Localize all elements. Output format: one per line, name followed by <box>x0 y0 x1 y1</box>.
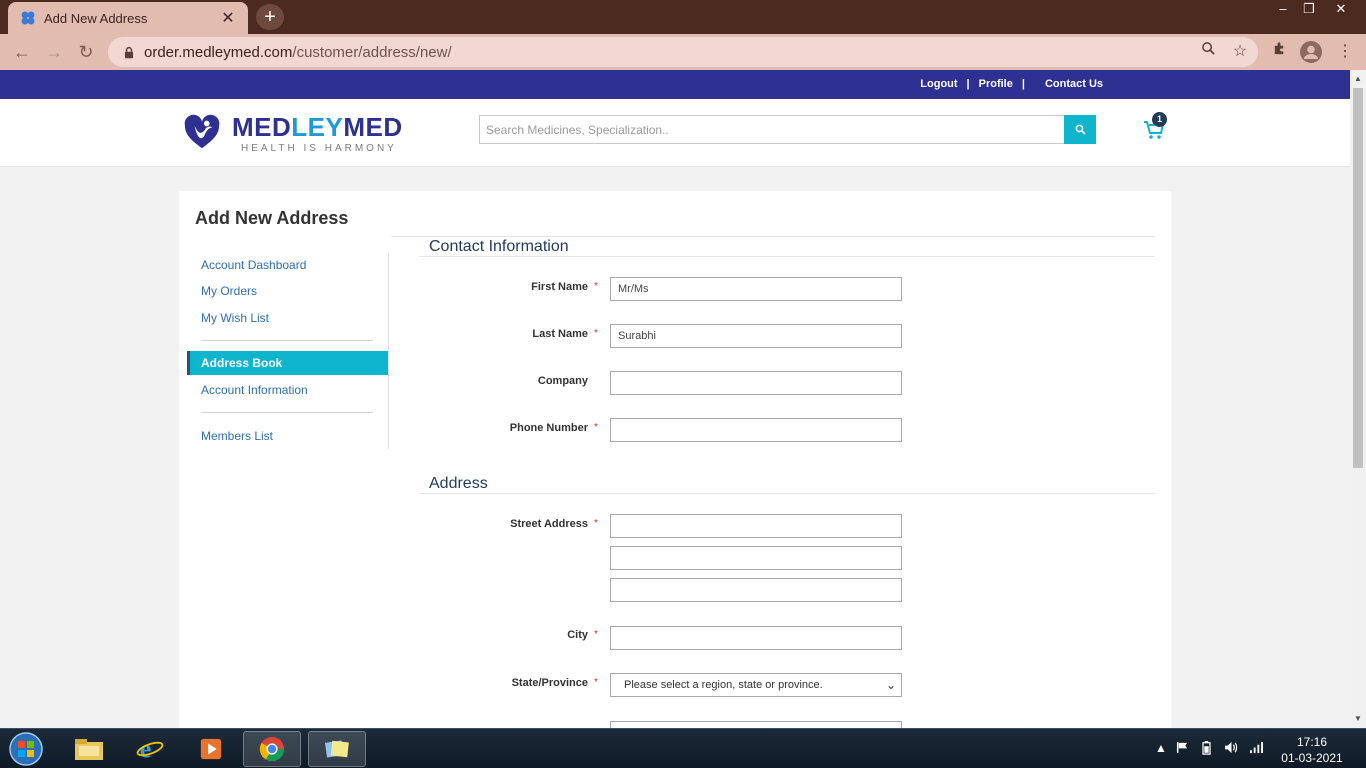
scroll-up-icon[interactable]: ▲ <box>1353 74 1363 84</box>
new-tab-button[interactable]: + <box>256 4 284 30</box>
medleymed-logo[interactable]: MEDLEYMED HEALTH IS HARMONY <box>182 112 412 156</box>
back-arrow-icon[interactable]: ← <box>10 41 34 63</box>
logout-link[interactable]: Logout <box>920 78 957 90</box>
street-address-line-3[interactable] <box>610 578 902 602</box>
top-link-separator: | <box>1021 78 1025 90</box>
phone-number-label: Phone Number <box>509 422 588 434</box>
browser-tab[interactable]: Add New Address ✕ <box>8 2 248 34</box>
state-province-label: State/Province <box>511 677 588 689</box>
browser-toolbar: ← → ↻ order.medleymed.com/customer/addre… <box>0 34 1366 70</box>
required-marker: * <box>594 328 598 339</box>
media-player-icon[interactable] <box>182 731 240 767</box>
url-host: order.medleymed.com <box>144 43 293 61</box>
heart-logo-icon <box>184 114 220 149</box>
address-heading: Address <box>429 475 488 492</box>
cart-count-badge: 1 <box>1152 112 1167 127</box>
divider <box>201 340 373 341</box>
reload-icon[interactable]: ↻ <box>74 41 98 63</box>
sticky-notes-icon[interactable] <box>308 731 366 767</box>
system-clock[interactable]: 17:16 01-03-2021 <box>1276 734 1348 766</box>
browser-menu-icon[interactable]: ⋮ <box>1334 41 1356 63</box>
profile-link[interactable]: Profile <box>979 78 1013 90</box>
network-signal-icon[interactable] <box>1249 741 1264 757</box>
search-button[interactable] <box>1064 115 1096 144</box>
clock-date: 01-03-2021 <box>1281 751 1343 765</box>
street-address-line-1[interactable] <box>610 514 902 538</box>
street-address-line-2[interactable] <box>610 546 902 570</box>
sidebar-item-account-information[interactable]: Account Information <box>201 383 308 397</box>
medleymed-favicon-icon <box>21 11 35 25</box>
battery-icon[interactable] <box>1202 741 1211 758</box>
main-content: Add New Address Account Dashboard My Ord… <box>179 191 1171 733</box>
page-scrollbar[interactable]: ▲ ▼ <box>1350 70 1366 728</box>
search-icon <box>1075 124 1086 135</box>
phone-number-field[interactable] <box>610 418 902 442</box>
company-label: Company <box>537 375 588 387</box>
state-province-select[interactable]: Please select a region, state or provinc… <box>610 673 902 697</box>
city-field[interactable] <box>610 626 902 650</box>
lock-icon <box>124 46 134 58</box>
tab-title: Add New Address <box>44 10 148 26</box>
address-bar[interactable]: order.medleymed.com/customer/address/new… <box>108 37 1258 67</box>
site-top-strip: Logout | Profile | Contact Us <box>0 70 1350 99</box>
tab-close-icon[interactable]: ✕ <box>220 8 236 28</box>
required-marker: * <box>594 518 598 529</box>
sidebar-item-address-book[interactable]: Address Book <box>187 351 388 375</box>
first-name-field[interactable] <box>610 277 902 301</box>
action-center-flag-icon[interactable] <box>1176 741 1189 757</box>
internet-explorer-icon[interactable]: e <box>121 731 179 767</box>
url-path: /customer/address/new/ <box>292 43 452 61</box>
divider <box>419 256 1155 257</box>
page-title: Add New Address <box>195 208 349 228</box>
volume-icon[interactable] <box>1224 741 1239 757</box>
search-input[interactable] <box>480 116 1060 143</box>
required-marker: * <box>594 629 598 640</box>
company-field[interactable] <box>610 371 902 395</box>
sidebar-item-account-dashboard[interactable]: Account Dashboard <box>201 258 306 272</box>
street-address-label: Street Address <box>510 518 588 530</box>
profile-avatar-icon[interactable] <box>1300 41 1322 63</box>
sidebar-item-my-orders[interactable]: My Orders <box>201 284 257 298</box>
required-marker: * <box>594 422 598 433</box>
state-province-selected: Please select a region, state or provinc… <box>624 679 823 691</box>
divider <box>419 493 1155 494</box>
last-name-field[interactable] <box>610 324 902 348</box>
extensions-icon[interactable] <box>1268 41 1290 63</box>
account-sidebar: Account Dashboard My Orders My Wish List… <box>187 253 389 449</box>
windows-start-icon[interactable] <box>6 731 46 767</box>
logo-tagline: HEALTH IS HARMONY <box>241 143 397 154</box>
site-header: MEDLEYMED HEALTH IS HARMONY 1 <box>0 99 1350 167</box>
chrome-icon[interactable] <box>243 731 301 767</box>
search-bar <box>479 115 1096 144</box>
sidebar-item-my-wish-list[interactable]: My Wish List <box>201 311 269 325</box>
chevron-down-icon: ⌄ <box>885 678 896 692</box>
top-link-separator: | <box>966 78 970 90</box>
zoom-icon[interactable] <box>1197 41 1219 63</box>
close-window-button[interactable]: ✕ <box>1326 0 1356 20</box>
restore-button[interactable]: ❐ <box>1294 0 1324 20</box>
required-marker: * <box>594 281 598 292</box>
contact-us-link[interactable]: Contact Us <box>1045 78 1103 90</box>
divider <box>391 236 1155 237</box>
forward-arrow-icon[interactable]: → <box>42 41 66 63</box>
contact-information-heading: Contact Information <box>429 238 569 255</box>
file-explorer-icon[interactable] <box>60 731 118 767</box>
scroll-down-icon[interactable]: ▼ <box>1353 714 1363 724</box>
sidebar-item-members-list[interactable]: Members List <box>201 429 273 443</box>
show-hidden-icons-icon[interactable]: ▲ <box>1155 741 1167 755</box>
divider <box>201 412 373 413</box>
clock-time: 17:16 <box>1296 735 1328 749</box>
os-taskbar: e ▲ 17:16 01-03-2021 <box>0 728 1366 768</box>
first-name-label: First Name <box>531 281 588 293</box>
last-name-label: Last Name <box>532 328 588 340</box>
city-label: City <box>567 629 588 641</box>
scrollbar-thumb[interactable] <box>1353 88 1363 468</box>
top-links: Logout | Profile | Contact Us <box>920 78 1103 90</box>
browser-tab-strip: Add New Address ✕ + – ❐ ✕ <box>0 0 1366 34</box>
required-marker: * <box>594 677 598 688</box>
bookmark-star-icon[interactable]: ☆ <box>1229 41 1251 63</box>
logo-wordmark: MEDLEYMED <box>232 112 403 142</box>
